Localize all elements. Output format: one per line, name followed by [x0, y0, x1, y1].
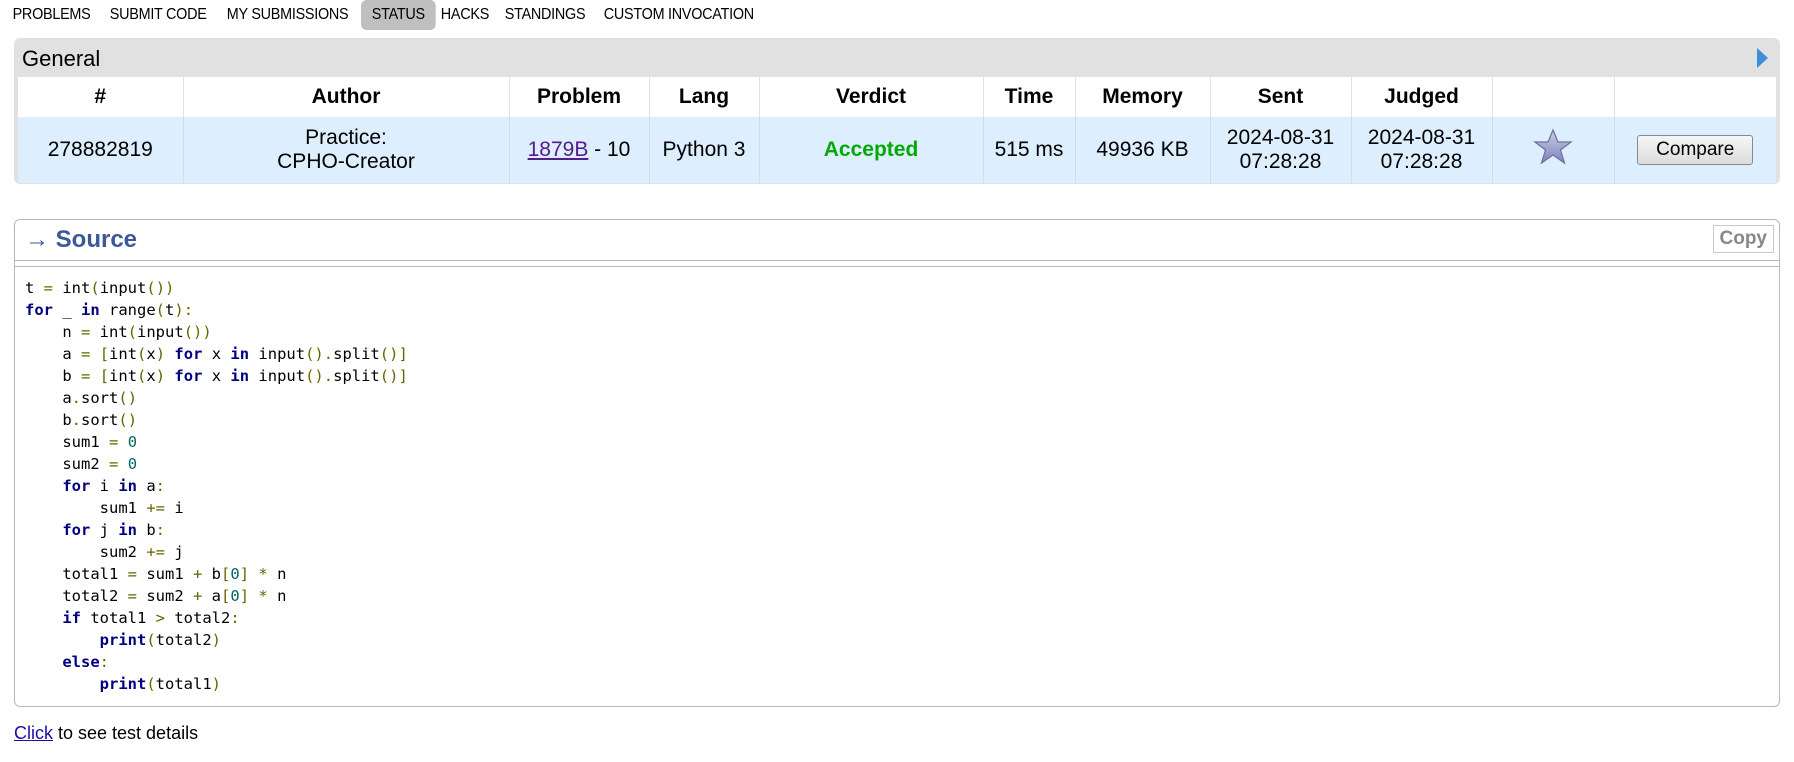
code-line: if total1 > total2: — [62, 609, 240, 627]
source-panel: → Source Copy t = int(input()) for _ in … — [14, 219, 1780, 707]
table-header-row: # Author Problem Lang Verdict Time Memor… — [18, 77, 1776, 117]
memory-cell: 49936 KB — [1075, 117, 1211, 183]
code-line: else: — [62, 653, 109, 671]
code-line: sum2 += j — [25, 543, 184, 561]
general-title: General — [22, 46, 101, 71]
copy-button[interactable]: Copy — [1712, 225, 1774, 253]
code-line: for j in b: — [62, 521, 166, 539]
source-header: → Source Copy — [15, 220, 1779, 261]
code-line: for _ in range(t): — [25, 301, 194, 319]
sent-cell: 2024-08-31 07:28:28 — [1210, 117, 1352, 183]
code-line: a.sort() — [25, 389, 138, 407]
code-line: sum2 = 0 — [25, 455, 138, 473]
sent-time: 07:28:28 — [1239, 150, 1322, 173]
col-time: Time — [983, 77, 1076, 117]
code-line: total2 = sum2 + a[0] * n — [25, 587, 287, 605]
col-author: Author — [183, 77, 510, 117]
col-judged: Judged — [1351, 77, 1493, 117]
author-handle[interactable]: CPHO-Creator — [185, 150, 508, 174]
top-nav: PROBLEMS SUBMIT CODE MY SUBMISSIONS STAT… — [0, 0, 770, 30]
compare-cell: Compare — [1614, 117, 1776, 183]
code-line: print(total2) — [99, 631, 222, 649]
table-row: 278882819 Practice: CPHO-Creator 1879B -… — [18, 117, 1776, 183]
col-id: # — [18, 77, 184, 117]
test-details-hint: Click to see test details — [14, 723, 198, 744]
code-line: b.sort() — [25, 411, 138, 429]
general-panel: General # Author Problem Lang Verdict Ti… — [14, 38, 1780, 184]
col-favourite — [1492, 77, 1615, 117]
code-line: n = int(input()) — [25, 323, 212, 341]
author-cell: Practice: CPHO-Creator — [183, 117, 510, 183]
nav-custom-invocation[interactable]: CUSTOM INVOCATION — [593, 0, 765, 30]
nav-status[interactable]: STATUS — [361, 0, 436, 30]
col-lang: Lang — [649, 77, 760, 117]
nav-problems[interactable]: PROBLEMS — [0, 0, 101, 30]
test-details-link[interactable]: Click — [14, 723, 53, 743]
nav-standings[interactable]: STANDINGS — [494, 0, 596, 30]
code-line: b = [int(x) for x in input().split()] — [25, 367, 408, 385]
source-title[interactable]: → Source — [25, 226, 137, 254]
author-practice-label: Practice: — [305, 126, 387, 149]
submission-table: # Author Problem Lang Verdict Time Memor… — [18, 77, 1776, 183]
code-line: sum1 += i — [25, 499, 184, 517]
code-block[interactable]: t = int(input()) for _ in range(t): n = … — [15, 266, 1779, 706]
problem-link[interactable]: 1879B — [528, 138, 589, 161]
expand-arrow-icon[interactable] — [1757, 48, 1768, 68]
code-line: sum1 = 0 — [25, 433, 138, 451]
nav-submit-code[interactable]: SUBMIT CODE — [99, 0, 217, 30]
col-memory: Memory — [1075, 77, 1211, 117]
submission-id: 278882819 — [18, 117, 184, 183]
code-line: total1 = sum1 + b[0] * n — [25, 565, 287, 583]
problem-suffix: - 10 — [588, 138, 631, 161]
favourite-cell — [1492, 117, 1615, 183]
star-icon[interactable] — [1533, 127, 1573, 167]
lang-cell: Python 3 — [649, 117, 760, 183]
problem-cell: 1879B - 10 — [509, 117, 650, 183]
compare-button[interactable]: Compare — [1637, 135, 1754, 165]
verdict-cell: Accepted — [759, 117, 984, 183]
code-line: a = [int(x) for x in input().split()] — [25, 345, 408, 363]
sent-date: 2024-08-31 — [1226, 126, 1335, 149]
nav-my-submissions[interactable]: MY SUBMISSIONS — [216, 0, 359, 30]
col-compare — [1614, 77, 1776, 117]
nav-hacks[interactable]: HACKS — [430, 0, 500, 30]
time-cell: 515 ms — [983, 117, 1076, 183]
col-problem: Problem — [509, 77, 650, 117]
judged-date: 2024-08-31 — [1367, 126, 1476, 149]
code-line: for i in a: — [62, 477, 166, 495]
col-verdict: Verdict — [759, 77, 984, 117]
code-line: t = int(input()) — [25, 279, 175, 297]
judged-cell: 2024-08-31 07:28:28 — [1351, 117, 1493, 183]
col-sent: Sent — [1210, 77, 1352, 117]
code-line: print(total1) — [99, 675, 222, 693]
test-details-text: to see test details — [53, 723, 199, 743]
judged-time: 07:28:28 — [1380, 150, 1463, 173]
verdict-accepted: Accepted — [823, 138, 919, 161]
source-code[interactable]: t = int(input()) for _ in range(t): n = … — [15, 267, 1779, 695]
